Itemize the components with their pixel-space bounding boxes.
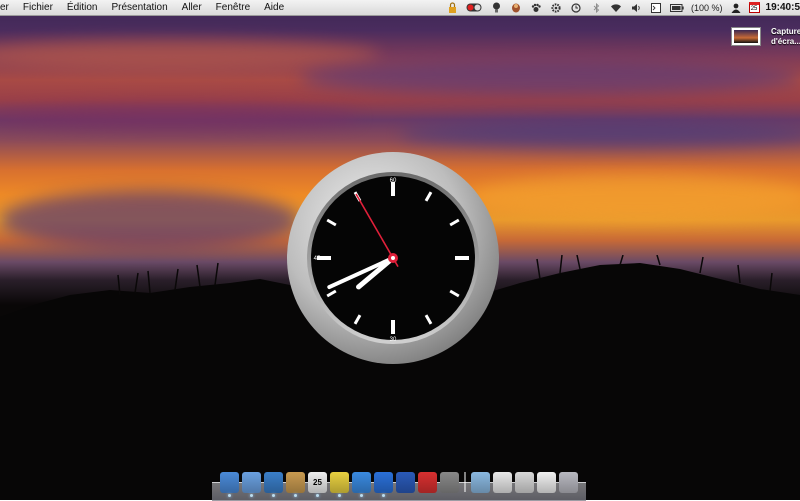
bluetooth-icon[interactable] bbox=[590, 2, 602, 13]
paw-icon[interactable] bbox=[530, 2, 542, 13]
app-store-icon[interactable] bbox=[374, 472, 393, 497]
terminal-icon[interactable] bbox=[650, 2, 662, 13]
menu-edition[interactable]: Édition bbox=[60, 0, 105, 15]
menu-aller[interactable]: Aller bbox=[175, 0, 209, 15]
sky-streak bbox=[470, 175, 800, 220]
folder-icon[interactable] bbox=[471, 472, 490, 493]
sky-streak bbox=[300, 60, 800, 95]
menu-bar: er Fichier Édition Présentation Aller Fe… bbox=[0, 0, 800, 16]
menu-presentation[interactable]: Présentation bbox=[105, 0, 175, 15]
screenshot-thumbnail bbox=[731, 27, 761, 46]
dock-items: 25 bbox=[220, 472, 578, 497]
sky-streak bbox=[0, 105, 360, 130]
clock-center-pin bbox=[391, 256, 395, 260]
screenshot-file-label: Capture d'écra... bbox=[771, 27, 800, 46]
trash-icon[interactable] bbox=[559, 472, 578, 493]
sky-streak bbox=[400, 120, 800, 148]
stickies-icon[interactable] bbox=[330, 472, 349, 497]
running-indicator bbox=[360, 494, 363, 497]
screenshot-file[interactable]: Capture d'écra... bbox=[731, 27, 800, 46]
battery-percentage[interactable]: (100 %) bbox=[691, 3, 723, 13]
lock-icon[interactable] bbox=[446, 2, 458, 13]
menu-fichier[interactable]: Fichier bbox=[16, 0, 60, 15]
document-icon[interactable] bbox=[493, 472, 512, 493]
menu-aide[interactable]: Aide bbox=[257, 0, 291, 15]
toggle-record-icon[interactable] bbox=[466, 2, 482, 13]
ical-icon[interactable]: 25 bbox=[308, 472, 327, 497]
dock-separator bbox=[464, 472, 466, 492]
status-menus: (100 %) 25 19:40:5 bbox=[442, 0, 800, 15]
battery-icon[interactable] bbox=[670, 2, 684, 13]
network-globe-icon[interactable] bbox=[396, 472, 415, 493]
running-indicator bbox=[316, 494, 319, 497]
running-indicator bbox=[382, 494, 385, 497]
running-indicator bbox=[250, 494, 253, 497]
running-indicator bbox=[228, 494, 231, 497]
hydrant-icon[interactable] bbox=[418, 472, 437, 493]
running-indicator bbox=[338, 494, 341, 497]
envelope-icon[interactable] bbox=[537, 472, 556, 493]
dial-label-60: 60 bbox=[390, 178, 397, 184]
gear-icon[interactable] bbox=[550, 2, 562, 13]
menubar-clock[interactable]: 19:40:5 bbox=[766, 2, 800, 13]
menu-app[interactable]: er bbox=[0, 0, 16, 15]
running-indicator bbox=[294, 494, 297, 497]
dock: 25 bbox=[212, 466, 586, 501]
lightbulb-icon[interactable] bbox=[490, 2, 502, 13]
wifi-icon[interactable] bbox=[610, 2, 622, 13]
safari-icon[interactable] bbox=[264, 472, 283, 497]
running-indicator bbox=[272, 494, 275, 497]
user-icon[interactable] bbox=[730, 2, 742, 13]
dial-label-45: 45 bbox=[314, 256, 321, 262]
finder-icon[interactable] bbox=[220, 472, 239, 497]
calendar-icon[interactable]: 25 bbox=[748, 2, 760, 13]
dial-label-30: 30 bbox=[390, 337, 397, 343]
beaver-icon[interactable] bbox=[510, 2, 522, 13]
preview-icon[interactable] bbox=[515, 472, 534, 493]
analog-clock-widget[interactable]: 60 45 30 bbox=[285, 150, 501, 366]
itunes-icon[interactable] bbox=[352, 472, 371, 497]
volume-icon[interactable] bbox=[630, 2, 642, 13]
sky-streak bbox=[0, 190, 300, 250]
menu-fenetre[interactable]: Fenêtre bbox=[209, 0, 257, 15]
sky-streak bbox=[0, 40, 380, 70]
time-machine-icon[interactable] bbox=[570, 2, 582, 13]
photo-browser-icon[interactable] bbox=[440, 472, 459, 493]
mail-icon[interactable] bbox=[242, 472, 261, 497]
address-book-icon[interactable] bbox=[286, 472, 305, 497]
